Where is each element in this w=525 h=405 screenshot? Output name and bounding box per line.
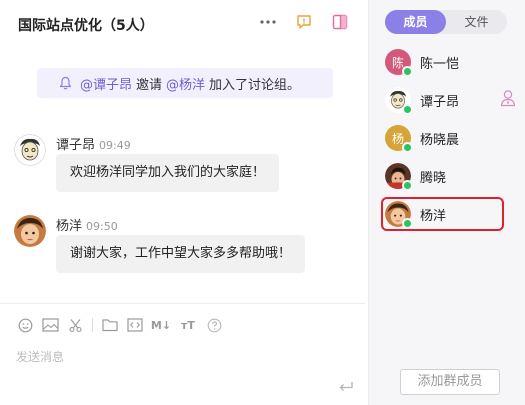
member-item[interactable]: 杨洋: [381, 197, 504, 231]
announcement-icon[interactable]: [294, 12, 314, 32]
mention-inviter[interactable]: @谭子昂: [80, 74, 132, 93]
scissors-icon[interactable]: [66, 316, 84, 334]
sender-name[interactable]: 杨洋: [56, 219, 82, 234]
bell-icon: [59, 76, 72, 90]
send-enter-icon[interactable]: [337, 378, 355, 396]
member-name: 杨晓晨: [420, 132, 460, 148]
text-size-icon[interactable]: тT: [178, 316, 198, 334]
avatar: [385, 163, 413, 191]
chat-area: 国际站点优化（5人） @谭子昂 邀请 @杨洋 加入了讨论组。 谭子昂 09:49…: [0, 0, 365, 405]
online-status-icon: [402, 180, 413, 191]
toolbar-separator: [92, 318, 93, 332]
composer-toolbar: M↓ тT: [16, 316, 230, 334]
member-item[interactable]: 陈 陈一恺: [381, 45, 504, 79]
online-status-icon: [402, 142, 413, 153]
panel-tabs: 成员 文件: [385, 10, 507, 34]
folder-icon[interactable]: [101, 316, 119, 334]
image-icon[interactable]: [41, 316, 59, 334]
member-item[interactable]: 腾晓: [381, 159, 504, 193]
avatar: 杨: [385, 125, 413, 153]
avatar: 陈: [385, 49, 413, 77]
composer-divider: [0, 303, 365, 304]
online-status-icon: [402, 104, 413, 115]
side-panel: 成员 文件 陈 陈一恺 谭子昂 杨 杨晓晨 腾晓 杨洋 添加群成员: [368, 0, 525, 405]
chat-title: 国际站点优化（5人）: [18, 18, 154, 34]
message-meta: 杨洋 09:50: [56, 215, 118, 234]
emoji-icon[interactable]: [16, 316, 34, 334]
admin-role-icon: [499, 89, 517, 107]
member-name: 陈一恺: [420, 56, 460, 72]
member-name: 杨洋: [420, 208, 447, 224]
message-bubble: 谢谢大家，工作中望大家多多帮助哦！: [56, 235, 306, 273]
tab-members[interactable]: 成员: [385, 10, 446, 34]
message-input[interactable]: [16, 346, 346, 368]
add-member-button[interactable]: 添加群成员: [400, 369, 500, 395]
code-icon[interactable]: [126, 316, 144, 334]
sidebar-toggle-icon[interactable]: [330, 12, 350, 32]
member-name: 腾晓: [420, 170, 447, 186]
online-status-icon: [402, 66, 413, 77]
sender-name[interactable]: 谭子昂: [56, 138, 95, 153]
markdown-label: M↓: [150, 318, 172, 332]
avatar: [385, 201, 413, 229]
system-notice: @谭子昂 邀请 @杨洋 加入了讨论组。: [37, 68, 333, 98]
help-icon[interactable]: [205, 316, 223, 334]
chat-header: 国际站点优化（5人）: [0, 0, 365, 46]
more-icon[interactable]: [258, 12, 278, 32]
message-bubble: 欢迎杨洋同学加入我们的大家庭！: [56, 154, 280, 192]
online-status-icon: [402, 218, 413, 229]
member-item[interactable]: 谭子昂: [381, 83, 504, 117]
tab-files[interactable]: 文件: [446, 10, 507, 34]
text-size-label: тT: [181, 318, 195, 332]
mention-invitee[interactable]: @杨洋: [166, 74, 205, 93]
member-name: 谭子昂: [420, 94, 460, 110]
avatar[interactable]: [14, 215, 46, 247]
avatar: [385, 87, 413, 115]
message-meta: 谭子昂 09:49: [56, 134, 131, 153]
member-item[interactable]: 杨 杨晓晨: [381, 121, 504, 155]
message-time: 09:50: [86, 220, 118, 233]
message-time: 09:49: [99, 139, 131, 152]
avatar[interactable]: [14, 134, 46, 166]
markdown-icon[interactable]: M↓: [151, 316, 171, 334]
notice-suffix: 加入了讨论组。: [209, 77, 301, 93]
notice-action: 邀请: [136, 77, 163, 93]
